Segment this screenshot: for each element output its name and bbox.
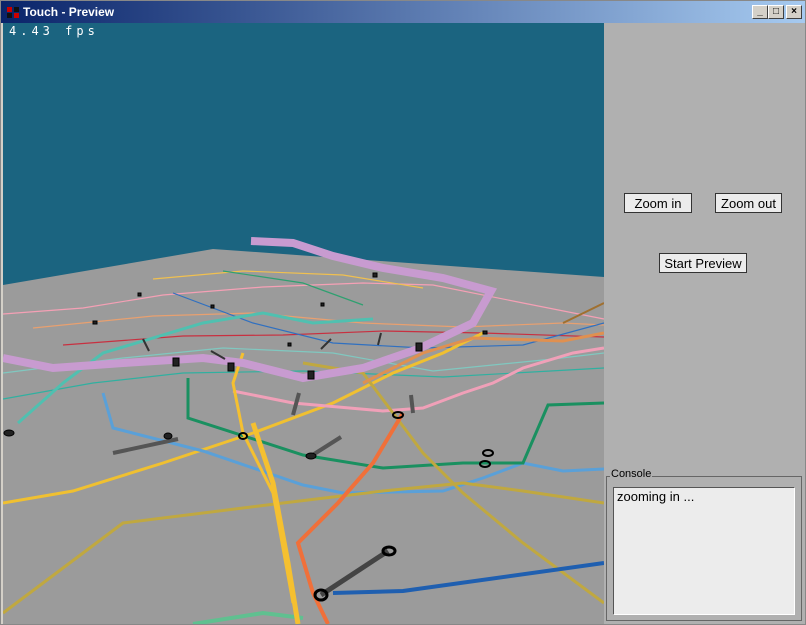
console-label: Console (610, 468, 653, 480)
maximize-icon: □ (772, 6, 780, 17)
app-icon (7, 7, 19, 18)
console-output[interactable]: zooming in ... (613, 487, 795, 615)
maximize-button[interactable]: □ (768, 5, 784, 19)
transit-map-render (3, 23, 604, 624)
zoom-in-button[interactable]: Zoom in (624, 193, 692, 213)
start-preview-button[interactable]: Start Preview (659, 253, 747, 273)
close-button[interactable]: × (786, 5, 802, 19)
window-title: Touch - Preview (23, 5, 115, 19)
minimize-icon: _ (757, 6, 763, 17)
app-window: Touch - Preview _ □ × 4.43 fps Zoom in Z… (0, 0, 806, 625)
close-icon: × (791, 6, 797, 17)
title-bar[interactable]: Touch - Preview _ □ × (1, 1, 805, 23)
3d-map-viewport[interactable]: 4.43 fps (3, 23, 604, 624)
minimize-button[interactable]: _ (752, 5, 768, 19)
fps-counter: 4.43 fps (9, 24, 99, 38)
zoom-out-button[interactable]: Zoom out (715, 193, 782, 213)
console-group: Console zooming in ... (606, 468, 802, 621)
